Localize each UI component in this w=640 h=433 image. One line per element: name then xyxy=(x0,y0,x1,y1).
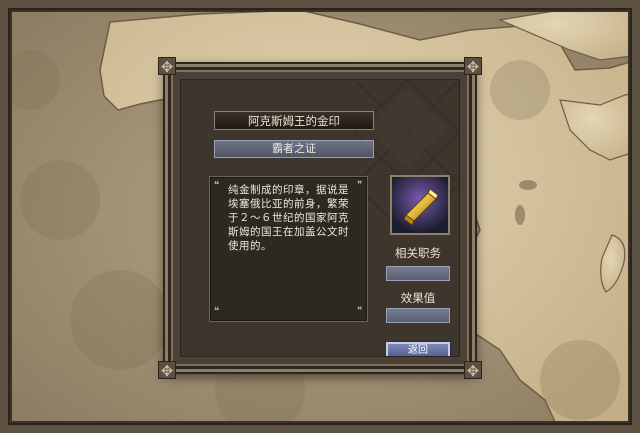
item-detail-dialog: ✥ ✥ ✥ ✥ 阿克斯姆王的金印 霸者之证 ❝ ❞ ❝ ❞ 纯金制成的印章，据说… xyxy=(158,57,482,380)
effect-value-label: 效果值 xyxy=(400,291,436,305)
quote-open-icon: ❝ xyxy=(214,180,220,191)
item-description-box: ❝ ❞ ❝ ❞ 纯金制成的印章，据说是埃塞俄比亚的前身，繁荣于２～６世纪的国家阿… xyxy=(209,176,368,322)
gold-seal-icon xyxy=(392,177,448,233)
frame-ornament-icon: ✥ xyxy=(464,57,482,76)
item-category: 霸者之证 xyxy=(214,140,374,158)
quote-close-icon: ❞ xyxy=(357,306,363,317)
related-position-label: 相关职务 xyxy=(395,246,441,260)
quote-open-icon: ❝ xyxy=(214,306,220,317)
frame-ornament-icon: ✥ xyxy=(158,57,176,76)
game-screen: ✥ ✥ ✥ ✥ 阿克斯姆王的金印 霸者之证 ❝ ❞ ❝ ❞ 纯金制成的印章，据说… xyxy=(0,0,640,433)
frame-ornament-icon: ✥ xyxy=(158,361,176,380)
dialog-panel: 阿克斯姆王的金印 霸者之证 ❝ ❞ ❝ ❞ 纯金制成的印章，据说是埃塞俄比亚的前… xyxy=(180,79,460,357)
item-name: 阿克斯姆王的金印 xyxy=(214,111,374,130)
item-icon-frame xyxy=(390,175,450,235)
back-button[interactable]: 返回 xyxy=(386,342,450,356)
frame-ornament-icon: ✥ xyxy=(464,361,482,380)
item-description: 纯金制成的印章，据说是埃塞俄比亚的前身，繁荣于２～６世纪的国家阿克斯姆的国王在加… xyxy=(228,184,349,252)
lake xyxy=(515,205,525,225)
effect-value xyxy=(386,308,450,323)
related-position-value xyxy=(386,266,450,281)
lake xyxy=(519,180,537,190)
quote-close-icon: ❞ xyxy=(357,180,363,191)
